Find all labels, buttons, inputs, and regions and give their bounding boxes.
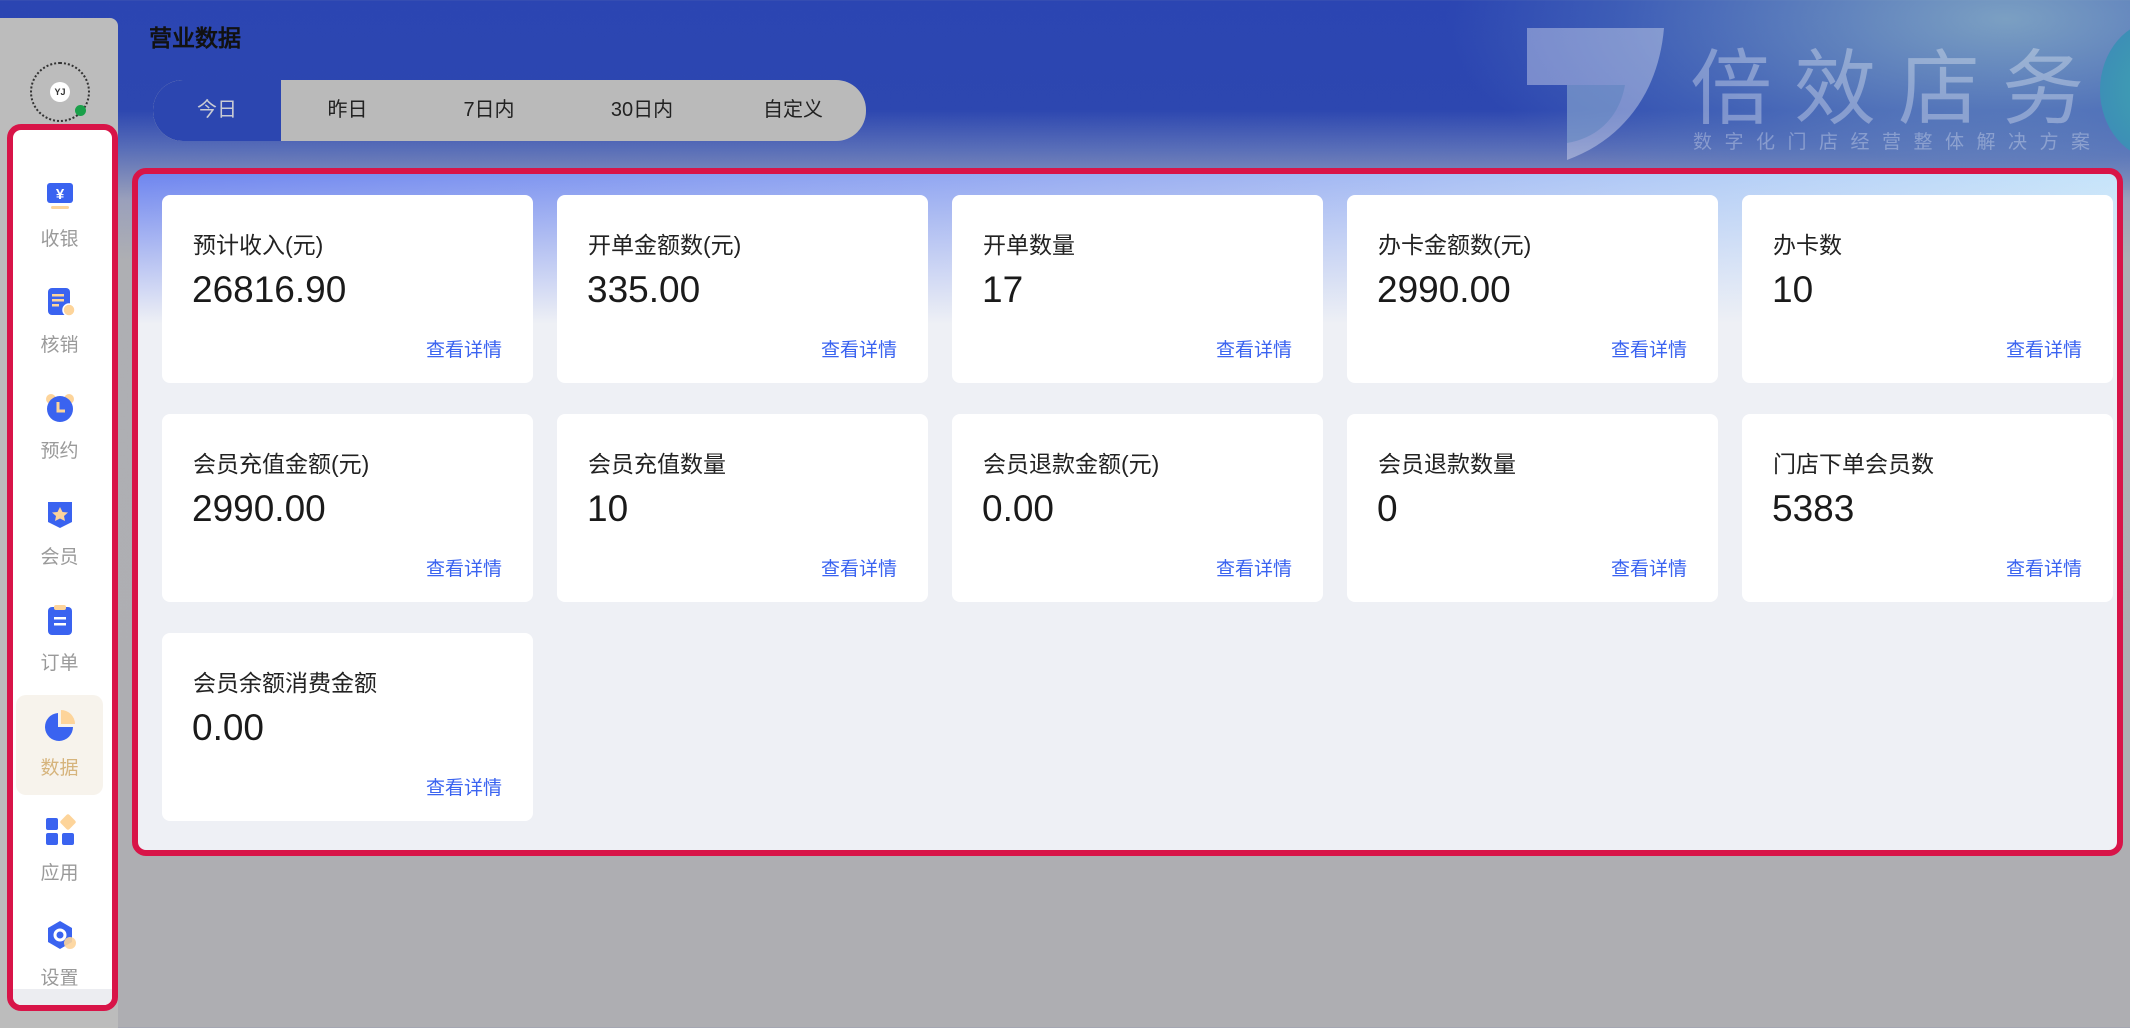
stat-label: 办卡数: [1773, 226, 1842, 260]
sidebar-item-label: 会员: [16, 542, 103, 569]
sidebar-item-1[interactable]: 核销: [16, 272, 103, 372]
stat-label: 会员充值金额(元): [193, 445, 369, 479]
stat-value: 0: [1377, 488, 1398, 530]
stat-card: 会员余额消费金额 0.00 查看详情: [162, 633, 533, 821]
page-title: 营业数据: [149, 19, 241, 53]
sidebar-item-label: 数据: [16, 753, 103, 780]
stats-panel: 预计收入(元)26816.90查看详情开单金额数(元)335.00查看详情开单数…: [132, 168, 2123, 856]
view-details-link[interactable]: 查看详情: [821, 335, 897, 362]
stat-label: 会员余额消费金额: [193, 664, 377, 698]
view-details-link[interactable]: 查看详情: [2006, 554, 2082, 581]
sidebar-item-0[interactable]: ¥ 收银: [16, 166, 103, 266]
view-details-link[interactable]: 查看详情: [426, 773, 502, 800]
stat-label: 会员退款数量: [1378, 445, 1516, 479]
stat-label: 会员充值数量: [588, 445, 726, 479]
stat-value: 10: [587, 488, 628, 530]
stat-value: 0.00: [192, 707, 264, 749]
settings-icon: [44, 919, 76, 951]
apps-icon: [44, 814, 76, 846]
clock-icon: [44, 392, 76, 424]
stat-value: 26816.90: [192, 269, 346, 311]
stat-value: 2990.00: [192, 488, 326, 530]
sidebar-item-5[interactable]: 数据: [16, 695, 103, 795]
stat-label: 会员退款金额(元): [983, 445, 1159, 479]
view-details-link[interactable]: 查看详情: [426, 554, 502, 581]
tab-7-days[interactable]: 7日内: [414, 80, 564, 141]
view-details-link[interactable]: 查看详情: [2006, 335, 2082, 362]
stat-card: 预计收入(元) 26816.90 查看详情: [162, 195, 533, 383]
stat-card: 开单数量 17 查看详情: [952, 195, 1323, 383]
svg-text:¥: ¥: [56, 186, 65, 203]
sidebar-item-4[interactable]: 订单: [16, 590, 103, 690]
sidebar-nav: ¥ 收银核销预约会员订单数据应用设置: [7, 124, 118, 1011]
view-details-link[interactable]: 查看详情: [1216, 554, 1292, 581]
sidebar-item-label: 收银: [16, 224, 103, 251]
store-qr-code[interactable]: YJ: [30, 62, 90, 122]
member-icon: [44, 498, 76, 530]
sidebar-item-label: 核销: [16, 330, 103, 357]
sidebar-item-label: 应用: [16, 858, 103, 885]
stat-card: 门店下单会员数 5383 查看详情: [1742, 414, 2113, 602]
stat-card: 办卡数 10 查看详情: [1742, 195, 2113, 383]
stat-value: 0.00: [982, 488, 1054, 530]
tab-custom[interactable]: 自定义: [720, 80, 866, 141]
stat-card: 会员充值数量 10 查看详情: [557, 414, 928, 602]
sidebar-item-7[interactable]: 设置: [16, 905, 103, 1005]
sidebar-item-6[interactable]: 应用: [16, 800, 103, 900]
date-range-tabs: 今日 昨日 7日内 30日内 自定义: [153, 80, 866, 141]
stat-card: 开单金额数(元) 335.00 查看详情: [557, 195, 928, 383]
qr-logo: YJ: [50, 82, 70, 102]
brand-slogan: 数字化门店经营整体解决方案: [1693, 127, 2103, 154]
tab-today[interactable]: 今日: [153, 80, 281, 141]
stat-value: 335.00: [587, 269, 700, 311]
stat-label: 预计收入(元): [193, 226, 323, 260]
sidebar-item-label: 设置: [16, 963, 103, 990]
stat-label: 开单金额数(元): [588, 226, 741, 260]
stat-value: 5383: [1772, 488, 1854, 530]
order-icon: [44, 604, 76, 636]
brand-logo-icon: [1527, 28, 1664, 160]
view-details-link[interactable]: 查看详情: [1611, 335, 1687, 362]
stat-value: 17: [982, 269, 1023, 311]
tab-yesterday[interactable]: 昨日: [281, 80, 414, 141]
tab-30-days[interactable]: 30日内: [564, 80, 720, 141]
view-details-link[interactable]: 查看详情: [426, 335, 502, 362]
view-details-link[interactable]: 查看详情: [1216, 335, 1292, 362]
view-details-link[interactable]: 查看详情: [1611, 554, 1687, 581]
stat-card: 办卡金额数(元) 2990.00 查看详情: [1347, 195, 1718, 383]
stat-card: 会员退款金额(元) 0.00 查看详情: [952, 414, 1323, 602]
sidebar-item-3[interactable]: 会员: [16, 484, 103, 584]
sidebar-item-label: 预约: [16, 436, 103, 463]
pie-chart-icon: [44, 709, 76, 741]
stat-card: 会员退款数量 0 查看详情: [1347, 414, 1718, 602]
stat-label: 门店下单会员数: [1773, 445, 1934, 479]
verify-icon: [44, 286, 76, 318]
sidebar-item-label: 订单: [16, 648, 103, 675]
stat-value: 10: [1772, 269, 1813, 311]
stat-label: 开单数量: [983, 226, 1075, 260]
cashier-icon: ¥: [44, 180, 76, 212]
miniprogram-badge-icon: [75, 105, 86, 116]
brand-name: 倍效店务: [1690, 22, 2106, 141]
stat-card: 会员充值金额(元) 2990.00 查看详情: [162, 414, 533, 602]
stat-value: 2990.00: [1377, 269, 1511, 311]
sidebar-item-2[interactable]: 预约: [16, 378, 103, 478]
view-details-link[interactable]: 查看详情: [821, 554, 897, 581]
stat-label: 办卡金额数(元): [1378, 226, 1531, 260]
